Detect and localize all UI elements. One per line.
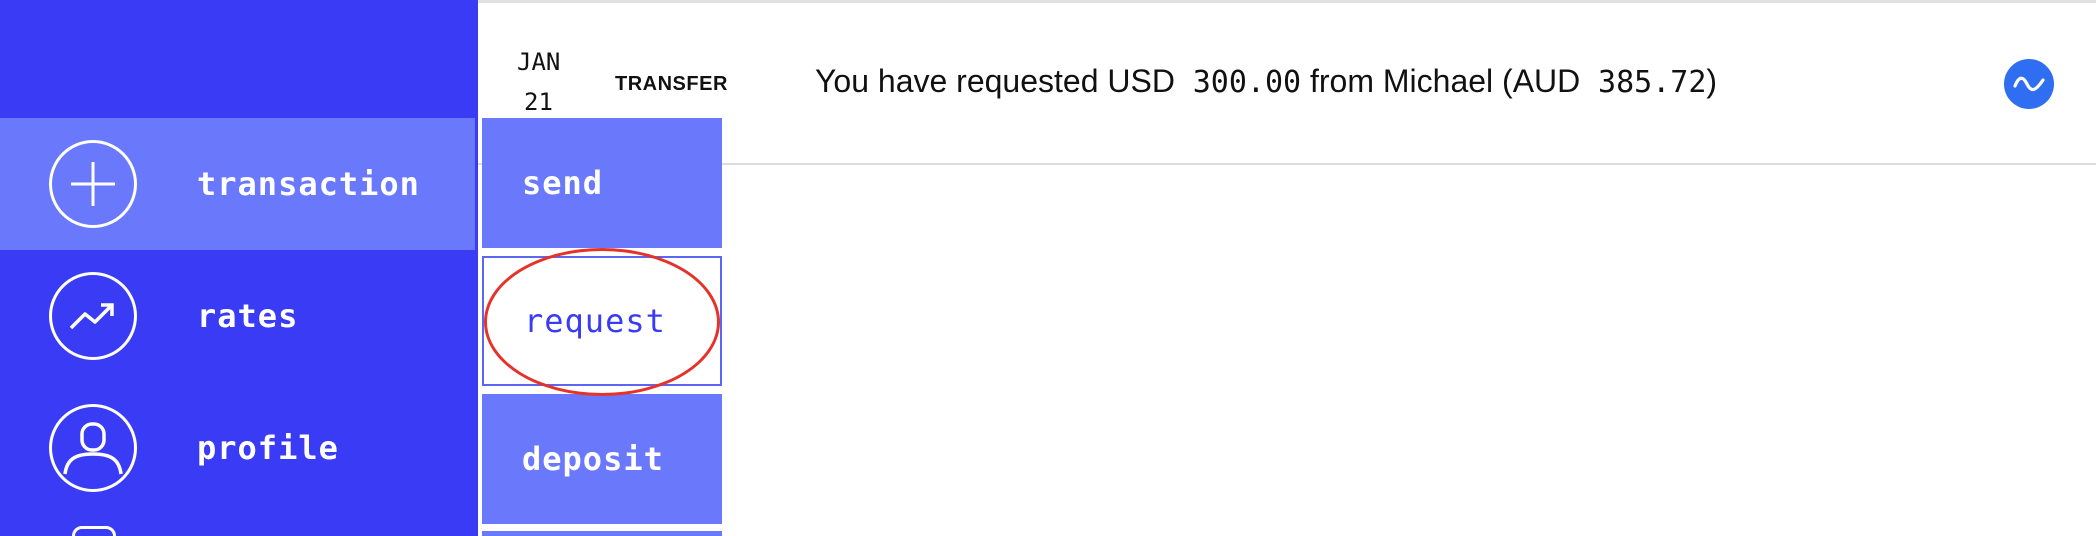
sidebar-divider	[475, 0, 478, 536]
sidebar-item-transaction[interactable]: transaction	[0, 118, 475, 250]
submenu-item-label: request	[524, 302, 666, 340]
transaction-date-month: JAN	[517, 48, 561, 76]
more-nav-icon	[72, 526, 116, 536]
plus-icon	[49, 140, 137, 228]
submenu-item-label: send	[522, 164, 604, 202]
description-middle: from Michael (AUD	[1310, 63, 1581, 99]
divider	[478, 0, 2096, 3]
amount: 300.00	[1192, 65, 1302, 100]
sidebar-item-label: rates	[197, 297, 299, 335]
sidebar-item-label: profile	[197, 429, 339, 467]
trending-up-icon	[49, 272, 137, 360]
app-window: transaction rates profile JAN 21 TRANSFE…	[0, 0, 2096, 536]
submenu-item-label: deposit	[522, 440, 664, 478]
submenu-item-deposit[interactable]: deposit	[482, 394, 722, 524]
submenu-item-send[interactable]: send	[482, 118, 722, 248]
description-suffix: )	[1706, 63, 1718, 99]
sidebar-item-rates[interactable]: rates	[0, 250, 475, 382]
sidebar-item-profile[interactable]: profile	[0, 382, 475, 514]
transaction-description: You have requested USD 300.00 from Micha…	[815, 63, 1717, 100]
sidebar-item-label: transaction	[197, 165, 420, 203]
transaction-type: TRANSFER	[615, 73, 728, 95]
pending-wave-icon[interactable]	[2004, 59, 2054, 109]
transaction-date-day: 21	[524, 88, 553, 116]
description-prefix: You have requested USD	[815, 63, 1175, 99]
submenu-item-more[interactable]	[482, 531, 722, 536]
submenu-item-request[interactable]: request	[482, 256, 722, 386]
user-icon	[49, 404, 137, 492]
converted-amount: 385.72	[1598, 65, 1707, 100]
sidebar: transaction rates profile	[0, 0, 475, 536]
